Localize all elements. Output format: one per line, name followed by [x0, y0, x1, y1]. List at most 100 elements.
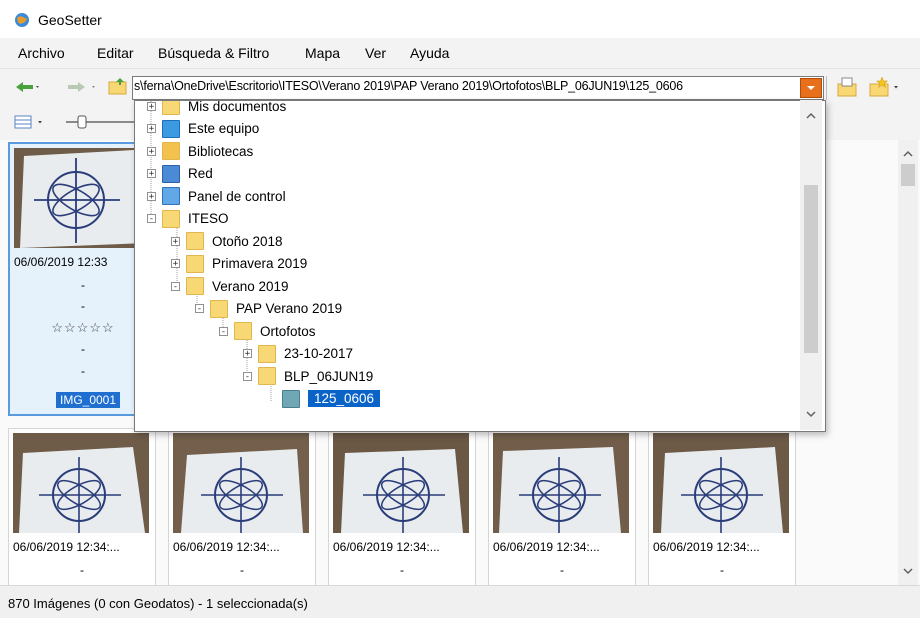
folder-icon: [186, 254, 204, 273]
status-text: 870 Imágenes (0 con Geodatos) - 1 selecc…: [8, 596, 308, 611]
tree-item-este-equipo[interactable]: + Este equipo: [147, 118, 259, 140]
tree-item-red[interactable]: + Red: [147, 163, 213, 185]
menu-ver[interactable]: Ver: [365, 45, 386, 61]
menu-bar: Archivo Editar Búsqueda & Filtro Mapa Ve…: [0, 38, 920, 68]
tree-item-label: Este equipo: [188, 121, 260, 136]
tree-item-label: ITESO: [188, 211, 229, 226]
open-folder-icon[interactable]: [836, 76, 858, 98]
address-dropdown-button[interactable]: [800, 78, 822, 98]
thumbnail[interactable]: 06/06/2019 12:34:... -: [8, 428, 156, 587]
up-folder-icon[interactable]: [108, 77, 128, 95]
chevron-down-icon: [807, 86, 815, 90]
thumbnail-filename[interactable]: IMG_0001: [56, 392, 121, 408]
tree-item-label: 23-10-2017: [284, 346, 354, 361]
tree-item-label: BLP_06JUN19: [284, 368, 374, 384]
libraries-icon: [162, 142, 180, 160]
menu-mapa[interactable]: Mapa: [305, 45, 340, 61]
expand-icon[interactable]: +: [171, 259, 180, 269]
address-path: s\ferna\OneDrive\Escritorio\ITESO\Verano…: [134, 79, 683, 93]
tree-item-panel-de-control[interactable]: + Panel de control: [147, 185, 286, 207]
tree-item-label: Verano 2019: [212, 278, 289, 294]
target-photo-image: [13, 433, 149, 533]
thumbnail-date: 06/06/2019 12:34:...: [653, 540, 760, 554]
photo-thumbnail: [13, 433, 149, 533]
thumbnail-date: 06/06/2019 12:33: [14, 255, 108, 269]
back-arrow-icon[interactable]: [14, 80, 40, 94]
thumbnail-date: 06/06/2019 12:34:...: [493, 540, 600, 554]
thumbnail-meta: -: [400, 563, 404, 577]
thumbnail[interactable]: 06/06/2019 12:34:... -: [488, 428, 636, 587]
thumbnail[interactable]: 06/06/2019 12:34:... -: [328, 428, 476, 587]
tree-item-label: Red: [188, 166, 213, 181]
tree-item-primavera-2019[interactable]: + Primavera 2019: [171, 253, 307, 275]
tree-item-label: Bibliotecas: [188, 143, 254, 159]
thumbnail-date: 06/06/2019 12:34:...: [13, 540, 120, 554]
photo-thumbnail: [173, 433, 309, 533]
expand-icon[interactable]: +: [147, 169, 156, 179]
collapse-icon[interactable]: -: [243, 371, 252, 381]
tree-item-iteso[interactable]: - ITESO: [147, 208, 229, 230]
tree-scroll-thumb[interactable]: [804, 185, 818, 353]
menu-editar[interactable]: Editar: [97, 45, 134, 61]
thumbnail-date: 06/06/2019 12:34:...: [173, 540, 280, 554]
window-title: GeoSetter: [38, 12, 102, 28]
photo-thumbnail: [493, 433, 629, 533]
folder-icon: [162, 209, 180, 228]
collapse-icon[interactable]: -: [219, 326, 228, 336]
tree-item-blp-06jun19[interactable]: - BLP_06JUN19: [243, 365, 373, 387]
gallery-scroll-thumb[interactable]: [901, 164, 915, 186]
expand-icon[interactable]: +: [147, 191, 156, 201]
geosetter-app-icon: [15, 13, 29, 27]
tree-item-bibliotecas[interactable]: + Bibliotecas: [147, 140, 253, 162]
folder-icon: [258, 344, 276, 363]
tree-item-pap-verano-2019[interactable]: - PAP Verano 2019: [195, 298, 342, 320]
forward-arrow-icon[interactable]: [66, 80, 100, 94]
photo-thumbnail: [333, 433, 469, 533]
scroll-down-icon[interactable]: [898, 561, 918, 581]
favorites-folder-icon[interactable]: [868, 76, 902, 98]
menu-busqueda-filtro[interactable]: Búsqueda & Filtro: [158, 45, 269, 61]
scroll-up-icon[interactable]: [898, 144, 918, 164]
tree-item-label: Primavera 2019: [212, 256, 308, 271]
folder-icon: [186, 232, 204, 250]
tree-item-125-0606[interactable]: 125_0606: [267, 388, 382, 410]
expand-icon[interactable]: +: [147, 124, 156, 134]
collapse-icon[interactable]: -: [147, 214, 156, 224]
folder-icon: [210, 299, 228, 318]
collapse-icon[interactable]: -: [171, 281, 180, 291]
tree-scroll-down-icon[interactable]: [800, 404, 822, 424]
folder-icon: [258, 367, 276, 385]
menu-ayuda[interactable]: Ayuda: [410, 45, 449, 61]
tree-scroll-up-icon[interactable]: [800, 106, 822, 126]
folder-icon: [282, 389, 300, 408]
photo-thumbnail: [653, 433, 789, 533]
tree-item-oto-o-2018[interactable]: + Otoño 2018: [171, 230, 283, 252]
tree-item-label: PAP Verano 2019: [236, 301, 343, 316]
zoom-slider[interactable]: [64, 114, 134, 130]
photo-thumbnail: [14, 148, 150, 248]
title-bar: [0, 0, 920, 38]
view-mode-icon[interactable]: [14, 114, 54, 130]
tree-item-mis-documentos[interactable]: + Mis documentos: [147, 100, 287, 117]
tree-item-label: Mis documentos: [188, 100, 287, 114]
expand-icon[interactable]: +: [147, 101, 156, 111]
tree-item-label: 125_0606: [306, 389, 382, 408]
expand-icon[interactable]: +: [243, 349, 252, 359]
tree-item-verano-2019[interactable]: - Verano 2019: [171, 275, 289, 297]
expand-icon[interactable]: +: [147, 146, 156, 156]
tree-item-23-10-2017[interactable]: +23-10-2017: [243, 343, 353, 365]
collapse-icon[interactable]: -: [195, 304, 204, 314]
target-photo-image: [333, 433, 469, 533]
tree-item-ortofotos[interactable]: - Ortofotos: [219, 320, 316, 342]
expand-icon[interactable]: +: [171, 236, 180, 246]
menu-archivo[interactable]: Archivo: [18, 45, 65, 61]
folder-tree-dropdown[interactable]: + Mis documentos + Este equipo + Bibliotecas +…: [134, 100, 826, 432]
thumbnail-date: 06/06/2019 12:34:...: [333, 540, 440, 554]
computer-icon: [162, 119, 180, 138]
thumbnail-meta: -: [560, 563, 564, 577]
tree-item-label: Otoño 2018: [212, 233, 283, 249]
gallery-scrollbar[interactable]: [898, 140, 918, 585]
toolbar-separator: [826, 76, 827, 100]
thumbnail[interactable]: 06/06/2019 12:34:... -: [168, 428, 316, 587]
thumbnail[interactable]: 06/06/2019 12:34:... -: [648, 428, 796, 587]
